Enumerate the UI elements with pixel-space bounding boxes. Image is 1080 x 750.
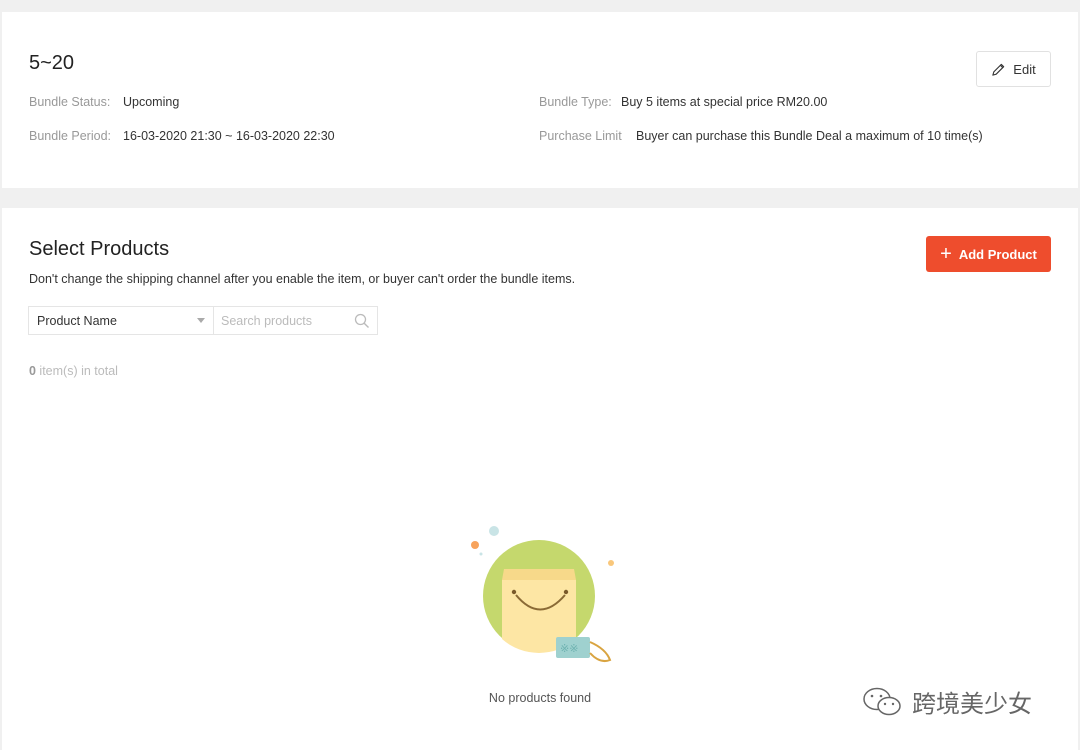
search-box [213,306,378,335]
bundle-period-value: 16-03-2020 21:30 ~ 16-03-2020 22:30 [123,129,335,143]
purchase-limit-label: Purchase Limit [539,129,622,143]
bundle-title: 5~20 [29,52,75,74]
purchase-limit-row: Purchase Limit Buyer can purchase this B… [539,129,983,143]
svg-text:※※: ※※ [560,642,578,655]
section-title: Select Products [29,238,170,260]
add-product-button[interactable]: + Add Product [926,236,1051,272]
search-icon[interactable] [354,313,370,329]
pencil-icon [992,63,1005,76]
bundle-period-row: Bundle Period: 16-03-2020 21:30 ~ 16-03-… [29,129,335,143]
product-filter: Product Name [28,306,378,335]
chevron-down-icon [197,318,205,323]
plus-icon: + [940,243,952,265]
empty-bag-illustration: ※※ [471,526,614,663]
bundle-type-row: Bundle Type: Buy 5 items at special pric… [539,95,827,109]
watermark: 跨境美少女 [862,684,1032,719]
wechat-icon [863,687,901,715]
item-count: 0 item(s) in total [29,364,118,378]
shipping-notice: Don't change the shipping channel after … [29,272,576,286]
add-product-label: Add Product [958,246,1037,262]
edit-button[interactable]: Edit [976,51,1051,87]
bundle-period-label: Bundle Period: [29,129,112,143]
bundle-status-value: Upcoming [123,95,180,109]
filter-field-value: Product Name [37,313,117,328]
bundle-info-card: 5~20 Edit Bundle Status: Upcoming Bundle… [2,12,1078,188]
purchase-limit-value: Buyer can purchase this Bundle Deal a ma… [636,129,983,143]
search-input[interactable] [221,313,349,328]
bundle-type-label: Bundle Type: [539,95,612,109]
bundle-status-row: Bundle Status: Upcoming [29,95,179,109]
select-products-card: Select Products Don't change the shippin… [2,208,1078,750]
filter-field-select[interactable]: Product Name [28,306,213,335]
bundle-type-value: Buy 5 items at special price RM20.00 [621,95,828,109]
item-count-suffix: item(s) in total [35,364,118,378]
edit-label: Edit [1013,61,1036,77]
watermark-text: 跨境美少女 [912,690,1032,718]
bundle-status-label: Bundle Status: [29,95,111,109]
item-count-number: 0 [29,364,36,378]
